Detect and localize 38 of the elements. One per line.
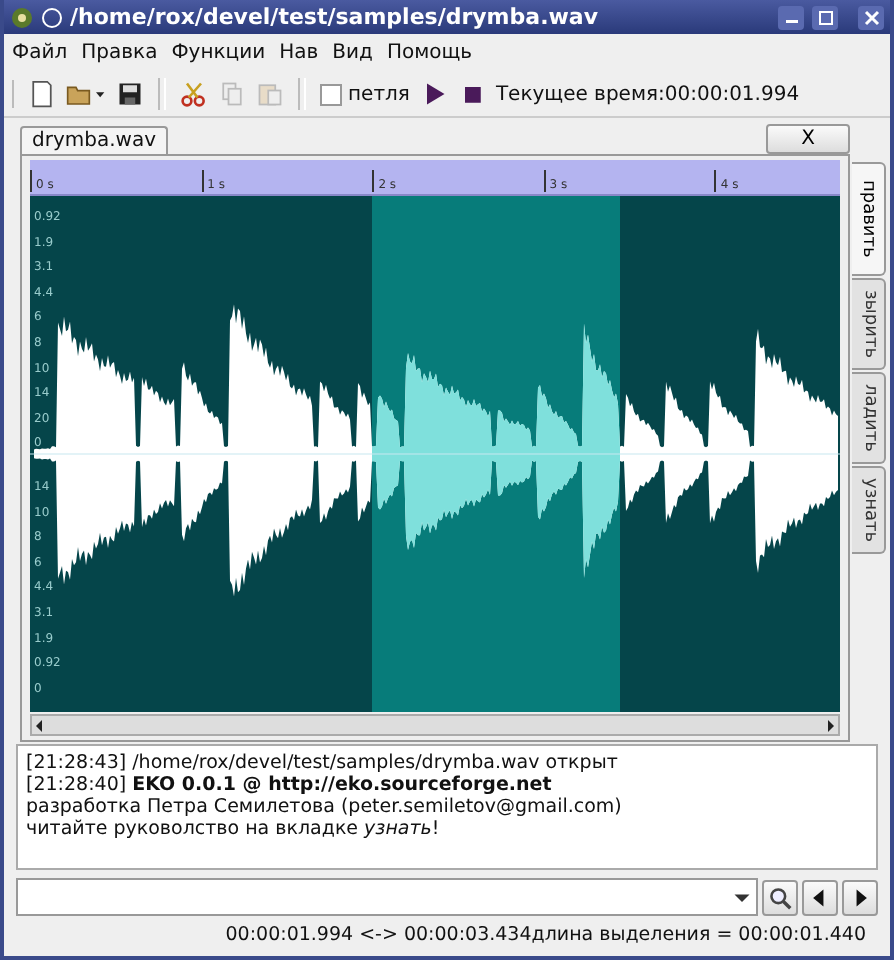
menu-item[interactable]: Правка xyxy=(81,42,158,64)
previous-button[interactable] xyxy=(802,879,838,915)
loop-checkbox[interactable]: петля xyxy=(320,83,410,105)
log-line: разработка Петра Семилетова (peter.semiletov@gmail.com) xyxy=(26,796,624,818)
close-icon xyxy=(861,7,881,27)
scroll-left-icon[interactable] xyxy=(32,717,48,733)
window-title: /home/rox/devel/test/samples/drymba.wav xyxy=(70,4,600,30)
scissors-icon[interactable] xyxy=(180,80,208,108)
next-button[interactable] xyxy=(842,879,878,915)
horizontal-scrollbar[interactable] xyxy=(30,714,840,736)
log-line: [21:28:40] EKO 0.0.1 @ http://eko.sourceforge.net xyxy=(26,774,554,796)
side-tab[interactable]: править xyxy=(852,162,886,276)
side-tab[interactable]: ладить xyxy=(852,371,886,464)
minimize-button[interactable] xyxy=(778,5,804,29)
menu-item[interactable]: Нав xyxy=(279,42,319,64)
app-icon xyxy=(10,5,34,29)
menu-item[interactable]: Файл xyxy=(12,42,68,64)
log-line: [21:28:43] /home/rox/devel/test/samples/drymba.wav открыт xyxy=(26,752,620,774)
log-line: читайте руковолство на вкладке узнать! xyxy=(26,818,442,840)
minimize-icon xyxy=(785,20,797,24)
window-menu-button[interactable] xyxy=(42,7,62,27)
close-button[interactable] xyxy=(858,5,884,29)
save-icon[interactable] xyxy=(116,80,144,108)
maximize-button[interactable] xyxy=(812,5,838,29)
menu-item[interactable]: Вид xyxy=(332,42,373,64)
new-file-icon[interactable] xyxy=(28,80,56,108)
maximize-icon xyxy=(815,7,835,27)
menu-item[interactable]: Помощь xyxy=(386,42,473,64)
document-tab[interactable]: drymba.wav xyxy=(20,126,168,154)
scroll-right-icon[interactable] xyxy=(822,717,838,733)
status-text: 00:00:01.994 <-> 00:00:03.434длина выделения = 00:00:01.440 xyxy=(225,924,866,946)
magnifier-icon xyxy=(768,885,792,909)
find-button[interactable] xyxy=(762,879,798,915)
side-tab[interactable]: зырить xyxy=(852,277,886,370)
menu-item[interactable]: Функции xyxy=(171,42,266,64)
current-time: Текущее время:00:00:01.994 xyxy=(495,83,800,105)
side-tab[interactable]: узнать xyxy=(852,465,886,554)
close-tab-button[interactable]: X xyxy=(766,124,850,154)
